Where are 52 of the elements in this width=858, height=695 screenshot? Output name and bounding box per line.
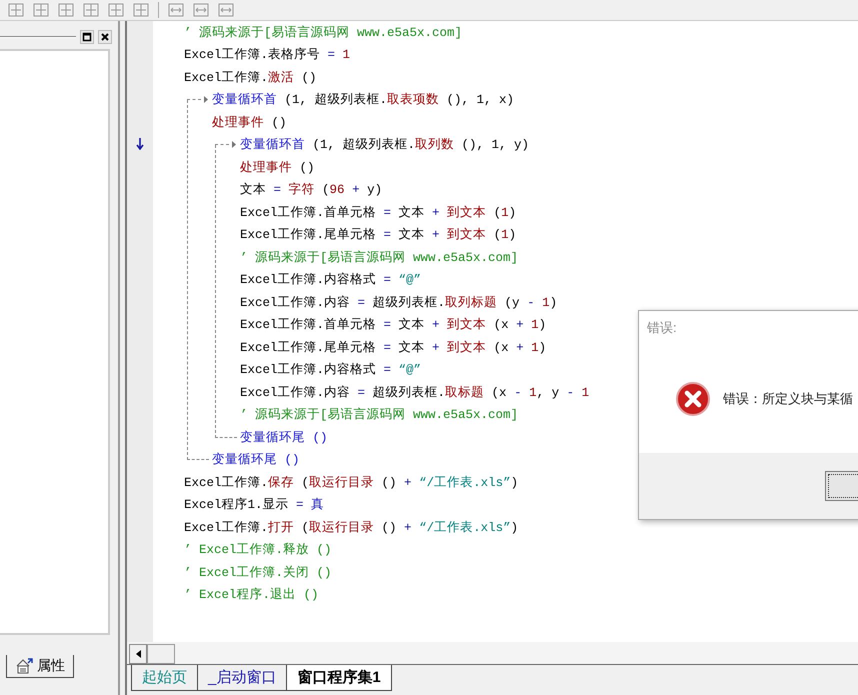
code-line: Excel工作簿.打开 (取运行目录 () + “/工作表.xls”) [184, 520, 518, 536]
code-line: 变量循环首 (1, 超级列表框.取表项数 (), 1, x) [212, 92, 514, 108]
align-icon[interactable] [8, 3, 24, 17]
code-line: 处理事件 () [212, 114, 287, 131]
code-line: Excel工作簿.表格序号 = 1 [184, 46, 350, 64]
resize-icon[interactable] [168, 3, 184, 17]
code-line: ’ 源码来源于[易语言源码网 www.e5a5x.com] [240, 406, 518, 424]
code-line: Excel工作簿.内容 = 超级列表框.取列标题 (y - 1) [240, 294, 558, 311]
code-line: 变量循环尾 () [240, 430, 328, 446]
code-line: Excel工作簿.尾单元格 = 文本 + 到文本 (x + 1) [240, 340, 546, 356]
code-line: Excel工作簿.激活 () [184, 70, 317, 86]
left-arrow-icon [136, 650, 140, 658]
code-line: Excel工作簿.尾单元格 = 文本 + 到文本 (1) [240, 226, 516, 244]
align-icon[interactable] [133, 3, 149, 17]
close-icon[interactable] [98, 30, 112, 44]
code-line: Excel程序1.显示 = 真 [184, 496, 324, 514]
code-line: ’ 源码来源于[易语言源码网 www.e5a5x.com] [184, 24, 462, 41]
error-icon [675, 381, 711, 417]
properties-tab[interactable]: 属性 [6, 655, 74, 678]
code-line: ’ 源码来源于[易语言源码网 www.e5a5x.com] [240, 250, 518, 266]
scroll-left-button[interactable] [129, 644, 147, 664]
code-line: Excel工作簿.内容 = 超级列表框.取标题 (x - 1, y - 1 [240, 384, 590, 401]
code-line: Excel工作簿.首单元格 = 文本 + 到文本 (1) [240, 204, 516, 221]
align-icon[interactable] [108, 3, 124, 17]
resize-icon[interactable] [193, 3, 209, 17]
triangle-icon [204, 96, 208, 104]
align-icon[interactable] [83, 3, 99, 17]
code-line: ’ Excel工作簿.释放 () [184, 542, 332, 558]
code-line: 处理事件 () [240, 160, 315, 176]
code-editor[interactable] [127, 21, 858, 642]
resize-icon[interactable] [218, 3, 234, 17]
code-line: Excel工作簿.保存 (取运行目录 () + “/工作表.xls”) [184, 474, 518, 491]
align-icon[interactable] [33, 3, 49, 17]
file-tab[interactable]: 起始页 [131, 665, 197, 691]
code-line: Excel工作簿.内容格式 = “@” [240, 272, 422, 288]
code-line: ’ Excel程序.退出 () [184, 586, 319, 604]
code-line: 变量循环首 (1, 超级列表框.取列数 (), 1, y) [240, 136, 530, 154]
down-arrow-icon [136, 138, 144, 150]
error-message: 错误：所定义块与某循 [723, 390, 853, 408]
code-line: ’ Excel工作簿.关闭 () [184, 564, 332, 581]
code-line: 变量循环尾 () [212, 452, 300, 468]
code-line: Excel工作簿.内容格式 = “@” [240, 362, 422, 378]
triangle-icon [232, 141, 236, 148]
properties-icon [15, 658, 33, 674]
dialog-title: 错误: [647, 319, 678, 337]
file-tab[interactable]: 窗口程序集1 [286, 665, 392, 691]
restore-icon[interactable] [80, 30, 94, 44]
file-tab[interactable]: _启动窗口 [197, 665, 286, 691]
align-icon[interactable] [58, 3, 74, 17]
scrollbar-thumb[interactable] [147, 644, 175, 664]
code-line: Excel工作簿.首单元格 = 文本 + 到文本 (x + 1) [240, 316, 546, 334]
code-line: 文本 = 字符 (96 + y) [240, 182, 382, 198]
